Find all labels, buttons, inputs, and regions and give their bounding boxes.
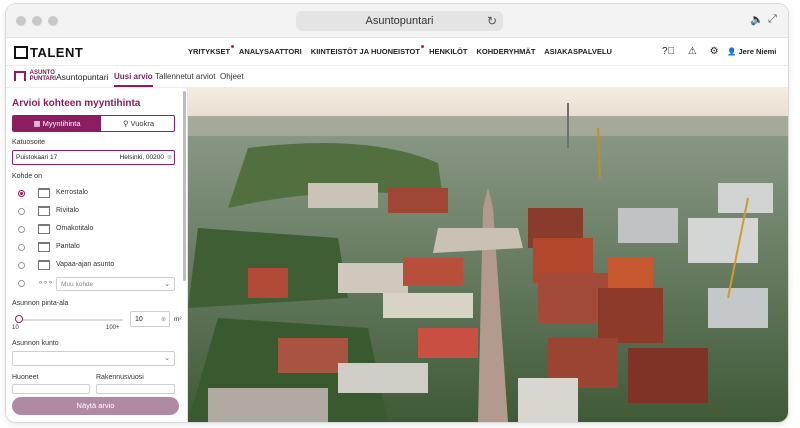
other-type-placeholder: Muu kohde xyxy=(61,281,94,288)
type-omakotitalo-label: Omakotitalo xyxy=(56,225,94,232)
sub-navigation: ASUNTO PUNTARI Asuntopuntari Uusi arvio … xyxy=(6,66,788,88)
warning-icon[interactable]: ⚠ xyxy=(688,46,697,57)
window-minimize-dot[interactable] xyxy=(32,16,42,26)
tab-ohjeet[interactable]: Ohjeet xyxy=(220,72,244,81)
window-zoom-dot[interactable] xyxy=(48,16,58,26)
nav-link-analysaattori[interactable]: ANALYSAATTORI xyxy=(239,47,302,56)
address-city: Helsinki, 00200 xyxy=(119,154,164,161)
tab-tallennetut-arviot[interactable]: Tallennetut arviot xyxy=(155,72,215,81)
browser-window: Asuntopuntari ↻ 🔈 ⤢ TALENT YRITYKSET ANA… xyxy=(6,4,788,422)
show-estimate-button[interactable]: Näytä arvio xyxy=(12,397,179,415)
brand-line-2: PUNTARI xyxy=(29,76,56,82)
area-slider-handle[interactable] xyxy=(15,315,23,323)
key-icon: ⚲ xyxy=(122,119,131,128)
cottage-icon xyxy=(38,260,50,270)
year-input[interactable] xyxy=(96,384,175,394)
nav-icons: ?⃝ ⚠ ⚙ xyxy=(662,46,729,57)
house-logo-icon xyxy=(14,71,26,81)
type-paritalo-label: Paritalo xyxy=(56,243,80,250)
user-menu[interactable]: 👤 Jere Niemi xyxy=(727,47,776,56)
reload-icon[interactable]: ↻ xyxy=(487,11,497,31)
toggle-myyntihinta[interactable]: ▦ Myyntihinta xyxy=(13,116,101,131)
type-vapaa-ajan-label: Vapaa-ajan asunto xyxy=(56,261,115,268)
rooms-select[interactable] xyxy=(12,384,90,394)
browser-chrome: Asuntopuntari ↻ 🔈 ⤢ xyxy=(6,4,788,38)
alma-logo-mark xyxy=(14,46,28,59)
condition-label: Asunnon kunto xyxy=(12,340,59,347)
semi-detached-icon xyxy=(38,242,50,252)
area-min-label: 10 xyxy=(12,325,19,331)
radio-kerrostalo[interactable] xyxy=(18,190,25,197)
alma-talent-logo[interactable]: TALENT xyxy=(14,45,83,60)
chevron-down-icon: ⌄ xyxy=(164,281,170,288)
area-value: 10 xyxy=(135,316,143,323)
nav-link-kiinteistot[interactable]: KIINTEISTÖT JA HUONEISTOT xyxy=(311,47,420,56)
radio-vapaa-ajan[interactable] xyxy=(18,262,25,269)
type-rivitalo-label: Rivitalo xyxy=(56,207,79,214)
condition-select[interactable]: ⌄ xyxy=(12,351,175,366)
expand-icon[interactable]: ⤢ xyxy=(768,13,777,26)
city-aerial-photo xyxy=(188,88,788,422)
clear-address-icon[interactable]: ⊗ xyxy=(167,154,172,161)
rooms-label: Huoneet xyxy=(12,374,39,381)
area-slider-track[interactable] xyxy=(18,319,123,321)
radio-rivitalo[interactable] xyxy=(18,208,25,215)
area-label: Asunnon pinta-ala xyxy=(12,300,69,307)
nav-link-kohderyhmat[interactable]: KOHDERYHMÄT xyxy=(477,47,536,56)
help-icon[interactable]: ?⃝ xyxy=(662,46,675,57)
apartment-building-icon xyxy=(38,188,50,198)
aerial-city-illustration xyxy=(188,88,788,422)
detached-house-icon xyxy=(38,224,50,234)
asuntopuntari-logo[interactable]: ASUNTO PUNTARI xyxy=(14,70,56,82)
radio-muu[interactable] xyxy=(18,280,25,287)
nav-link-yritykset[interactable]: YRITYKSET xyxy=(188,47,230,56)
tab-uusi-arvio[interactable]: Uusi arvio xyxy=(114,72,153,87)
speaker-icon[interactable]: 🔈 xyxy=(750,13,764,26)
address-bar-title: Asuntopuntari xyxy=(365,15,434,27)
type-label: Kohde on xyxy=(12,173,42,180)
row-house-icon xyxy=(38,206,50,216)
top-navigation: TALENT YRITYKSET ANALYSAATTORI KIINTEIST… xyxy=(6,38,788,66)
toggle-myyntihinta-label: Myyntihinta xyxy=(42,119,81,128)
calculator-icon: ▦ xyxy=(33,119,43,128)
nav-link-henkilot[interactable]: HENKILÖT xyxy=(429,47,467,56)
address-input[interactable]: Puistokaari 17 Helsinki, 00200 ⊗ xyxy=(12,150,175,165)
user-name: Jere Niemi xyxy=(738,47,777,56)
year-label: Rakennusvuosi xyxy=(96,374,144,381)
gear-icon[interactable]: ⚙ xyxy=(710,46,719,57)
address-bar[interactable]: Asuntopuntari ↻ xyxy=(296,11,503,31)
form-title: Arvioi kohteen myyntihinta xyxy=(12,98,141,109)
area-input[interactable]: 10 ⊗ xyxy=(130,311,170,327)
toggle-vuokra[interactable]: ⚲ Vuokra xyxy=(101,116,174,131)
other-type-select[interactable]: Muu kohde ⌄ xyxy=(56,277,175,291)
area-max-label: 100+ xyxy=(106,325,120,331)
nav-link-asiakaspalvelu[interactable]: ASIAKASPALVELU xyxy=(544,47,612,56)
user-icon: 👤 xyxy=(727,47,737,56)
toggle-vuokra-label: Vuokra xyxy=(130,119,155,128)
sidebar-scrollbar[interactable] xyxy=(183,91,186,281)
address-value: Puistokaari 17 xyxy=(16,154,58,161)
area-unit: m² xyxy=(174,316,182,323)
more-icon: ∘∘∘ xyxy=(38,278,54,287)
app-name: Asuntopuntari xyxy=(56,72,109,82)
main-nav-links: YRITYKSET ANALYSAATTORI KIINTEISTÖT JA H… xyxy=(188,47,619,56)
clear-area-icon[interactable]: ⊗ xyxy=(161,316,166,323)
radio-omakotitalo[interactable] xyxy=(18,226,25,233)
logo-text: TALENT xyxy=(30,45,84,60)
window-close-dot[interactable] xyxy=(16,16,26,26)
chevron-down-icon: ⌄ xyxy=(164,355,170,362)
address-label: Katuosoite xyxy=(12,139,46,146)
estimate-form-panel: Arvioi kohteen myyntihinta ▦ Myyntihinta… xyxy=(6,88,188,422)
price-type-toggle: ▦ Myyntihinta ⚲ Vuokra xyxy=(12,115,175,132)
radio-paritalo[interactable] xyxy=(18,244,25,251)
type-kerrostalo-label: Kerrostalo xyxy=(56,189,88,196)
